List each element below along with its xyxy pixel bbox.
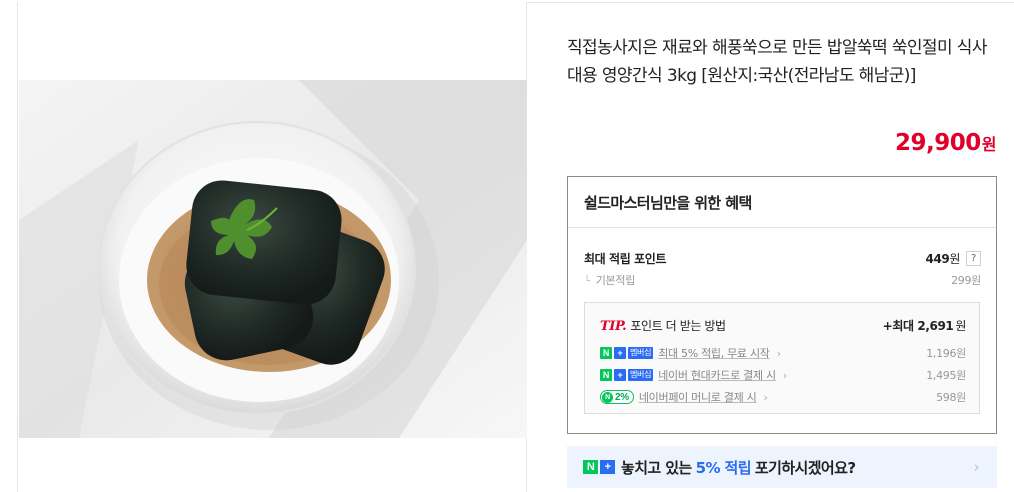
tip-amount: 1,495원 bbox=[926, 369, 966, 382]
tip-amount: 598원 bbox=[936, 391, 966, 404]
naver-n-icon: N bbox=[600, 347, 612, 359]
help-icon[interactable]: ? bbox=[966, 251, 981, 266]
chevron-right-icon: › bbox=[776, 346, 781, 360]
tip-item-hyundai-card: N + 멤버십 네이버 현대카드로 결제 시 › 1,495원 bbox=[600, 367, 966, 383]
product-image-panel bbox=[17, 2, 527, 492]
plus-icon: + bbox=[614, 347, 626, 359]
banner-text-after: 포기하시겠어요? bbox=[754, 458, 856, 477]
tip-link-npay-money[interactable]: 네이버페이 머니로 결제 시 bbox=[639, 389, 757, 405]
naver-plus-membership-icon: N + 멤버십 bbox=[600, 347, 654, 359]
naver-plus-membership-icon: N + 멤버십 bbox=[600, 369, 654, 381]
price-value: 29,900 bbox=[895, 130, 981, 156]
tip-max-value: 2,691 bbox=[917, 319, 954, 333]
tip-item-membership: N + 멤버십 최대 5% 적립, 무료 시작 › 1,196원 bbox=[600, 345, 966, 361]
banner-highlight: 5% 적립 bbox=[695, 458, 752, 477]
membership-badge: 멤버십 bbox=[628, 369, 654, 381]
rice-cake-photo bbox=[19, 80, 527, 438]
base-points-label: 기본적립 bbox=[595, 274, 636, 287]
max-points-value: 449원 ? bbox=[925, 250, 981, 267]
base-points-value: 299원 bbox=[951, 274, 981, 287]
tree-branch-icon: └ bbox=[584, 276, 590, 287]
npay-percent: 2% bbox=[615, 391, 629, 403]
product-price: 29,900원 bbox=[895, 130, 997, 156]
base-points-row: └ 기본적립 299원 bbox=[584, 272, 981, 288]
tip-link-hyundai-card[interactable]: 네이버 현대카드로 결제 시 bbox=[658, 367, 776, 383]
tip-max-prefix: +최대 bbox=[882, 319, 914, 333]
tip-box: TIP. 포인트 더 받는 방법 +최대 2,691 원 N + 멤버십 최대 5% 적… bbox=[584, 302, 980, 414]
npay-2percent-icon: N 2% bbox=[600, 390, 634, 404]
chevron-right-icon: › bbox=[973, 458, 980, 476]
banner-text-before: 놓치고 있는 bbox=[621, 458, 692, 477]
membership-promo-banner[interactable]: N + 놓치고 있는 5% 적립 포기하시겠어요? › bbox=[567, 446, 997, 488]
plus-icon: + bbox=[614, 369, 626, 381]
chevron-right-icon: › bbox=[763, 390, 768, 404]
naver-n-icon: N bbox=[583, 460, 598, 474]
product-photo[interactable] bbox=[19, 80, 527, 438]
price-unit: 원 bbox=[981, 135, 997, 154]
max-points-number: 449 bbox=[925, 252, 950, 266]
npay-circle-icon: N bbox=[602, 391, 613, 403]
naver-plus-icon: N + bbox=[583, 460, 615, 474]
tip-label: TIP. bbox=[600, 319, 627, 334]
tip-link-membership[interactable]: 최대 5% 적립, 무료 시작 bbox=[658, 345, 770, 361]
tip-item-npay-money: N 2% 네이버페이 머니로 결제 시 › 598원 bbox=[600, 389, 966, 405]
tip-max-unit: 원 bbox=[955, 319, 966, 333]
plus-icon: + bbox=[600, 460, 615, 474]
tip-heading: 포인트 더 받는 방법 bbox=[630, 319, 726, 333]
tip-amount: 1,196원 bbox=[926, 347, 966, 360]
max-points-row: 최대 적립 포인트 449원 ? bbox=[584, 250, 981, 267]
benefit-heading: 쉴드마스터님만을 위한 혜택 bbox=[568, 177, 996, 228]
chevron-right-icon: › bbox=[782, 368, 787, 382]
product-title: 직접농사지은 재료와 해풍쑥으로 만든 밥알쑥떡 쑥인절미 식사대용 영양간식 … bbox=[567, 38, 987, 86]
max-points-unit: 원 bbox=[949, 252, 960, 266]
max-points-label: 최대 적립 포인트 bbox=[584, 252, 667, 266]
benefit-box: 쉴드마스터님만을 위한 혜택 최대 적립 포인트 449원 ? └ 기본적립 29… bbox=[567, 176, 997, 434]
tip-heading-row: TIP. 포인트 더 받는 방법 +최대 2,691 원 bbox=[600, 317, 966, 334]
membership-badge: 멤버십 bbox=[628, 347, 654, 359]
tip-max-total: +최대 2,691 원 bbox=[882, 317, 967, 334]
naver-n-icon: N bbox=[600, 369, 612, 381]
